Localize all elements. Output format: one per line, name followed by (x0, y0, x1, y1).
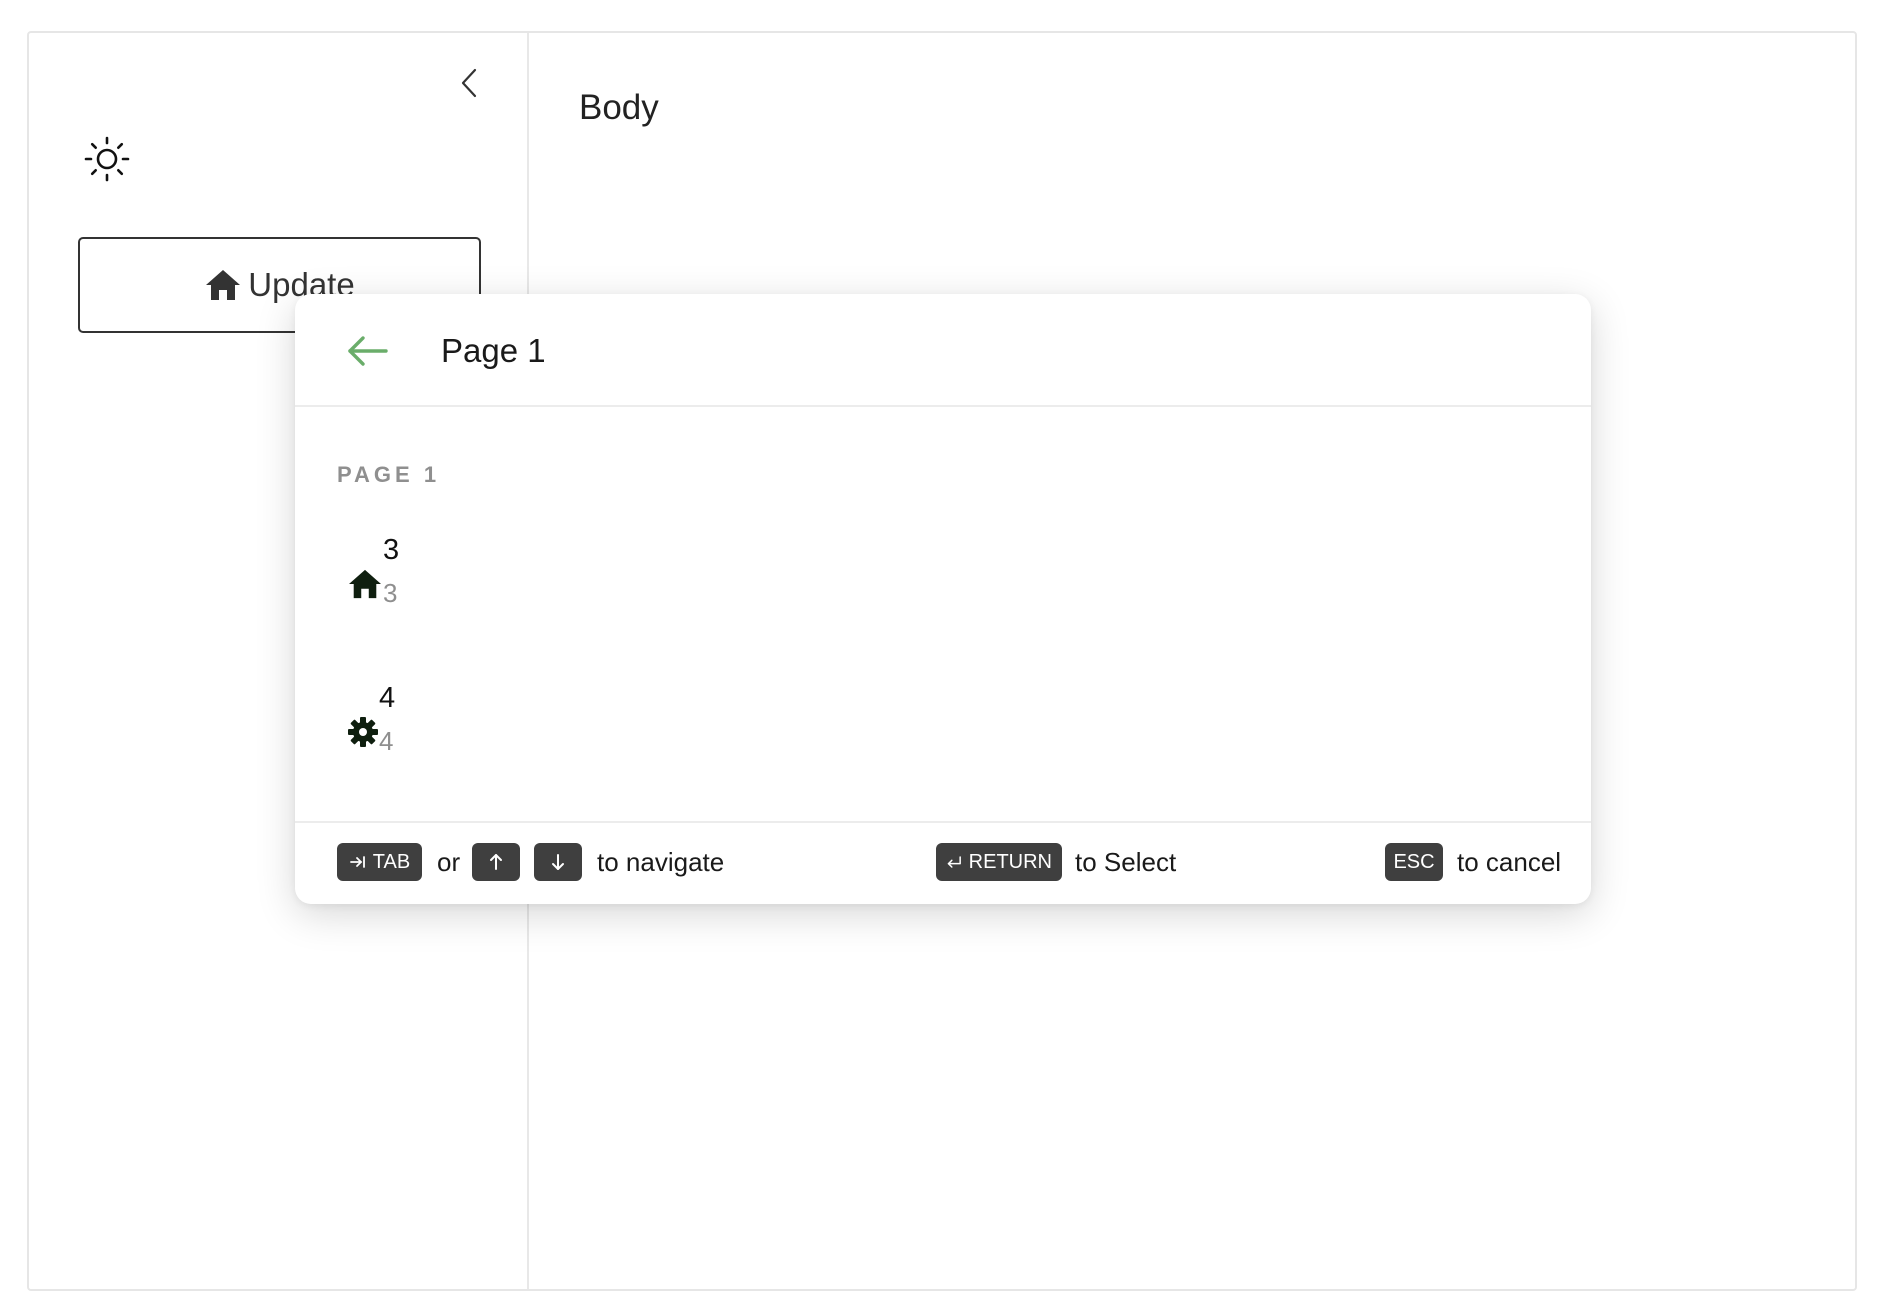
item-title: 3 (383, 534, 400, 566)
palette-title: Page 1 (441, 332, 546, 369)
chevron-left-icon (461, 68, 477, 98)
cancel-text: to cancel (1457, 847, 1562, 877)
tab-icon (349, 856, 365, 868)
arrow-down-key-hint (534, 843, 582, 881)
select-text: to Select (1075, 847, 1177, 877)
command-palette: Page 1 PAGE 1 3 3 4 4 TAB or to navigate… (295, 294, 1591, 904)
item-subtitle: 4 (379, 726, 394, 756)
collapse-sidebar-button[interactable] (449, 63, 489, 103)
arrow-down-icon (552, 854, 564, 870)
home-icon (206, 270, 241, 300)
gear-icon (345, 714, 381, 750)
return-key-hint: RETURN (936, 843, 1062, 881)
home-icon (347, 566, 383, 602)
tab-key-label: TAB (372, 850, 411, 873)
arrow-up-icon (490, 854, 502, 870)
return-icon (947, 856, 961, 868)
list-item[interactable]: 3 3 (337, 534, 1547, 634)
tab-key-hint: TAB (337, 843, 422, 881)
arrow-up-key-hint (472, 843, 520, 881)
esc-key-hint: ESC (1385, 843, 1443, 881)
item-subtitle: 3 (383, 578, 398, 608)
return-key-label: RETURN (968, 850, 1052, 873)
back-button[interactable] (345, 328, 391, 374)
section-heading: PAGE 1 (337, 462, 441, 487)
sun-icon (84, 136, 130, 182)
arrow-left-icon (348, 336, 388, 366)
list-item[interactable]: 4 4 (337, 682, 1547, 782)
or-text: or (437, 847, 461, 877)
esc-key-label: ESC (1393, 850, 1435, 873)
item-title: 4 (379, 682, 396, 714)
page-title: Body (579, 88, 659, 127)
palette-footer: TAB or to navigate RETURN to Select ESC … (295, 821, 1591, 904)
navigate-text: to navigate (597, 847, 725, 877)
theme-toggle-button[interactable] (81, 133, 133, 185)
palette-header: Page 1 (295, 294, 1591, 407)
